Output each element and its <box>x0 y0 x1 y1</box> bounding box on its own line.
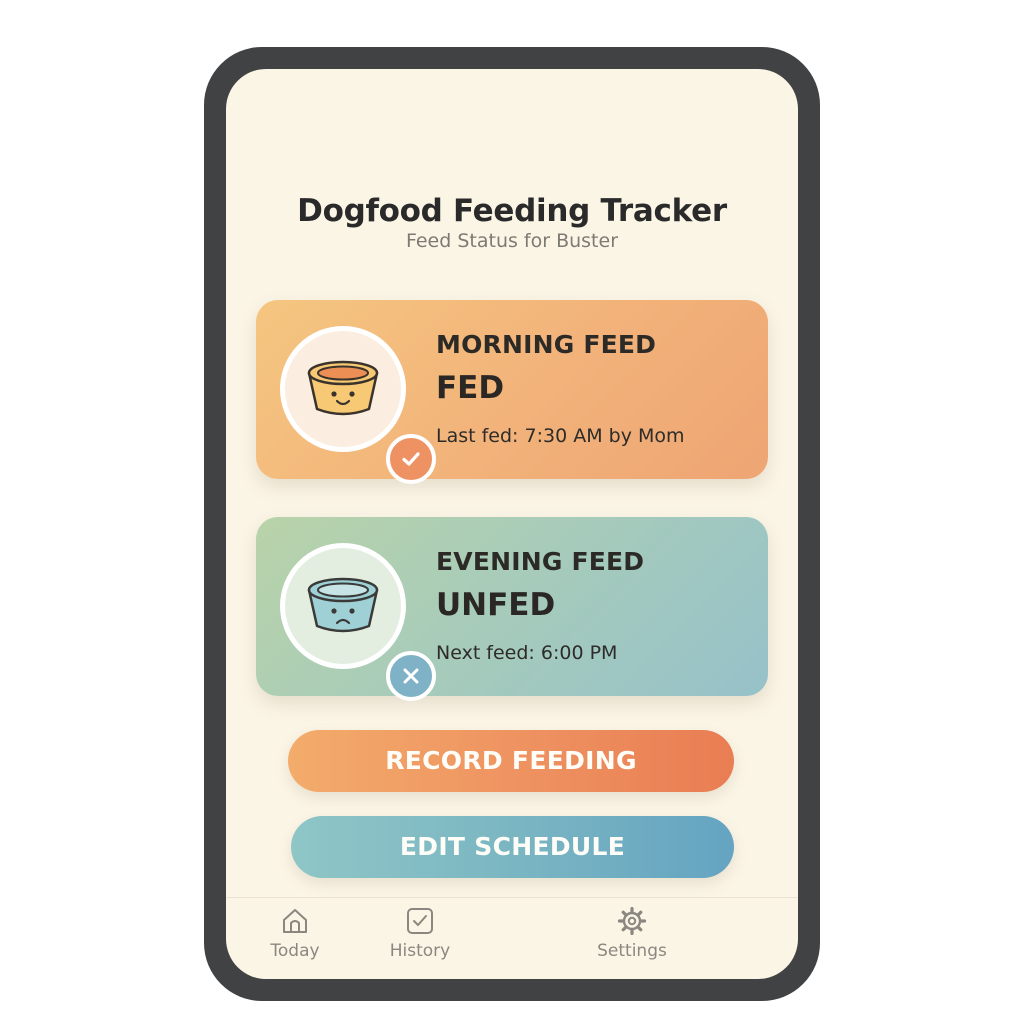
home-icon <box>283 909 307 933</box>
card-label: EVENING FEED <box>436 547 645 576</box>
nav-label-today: Today <box>270 941 320 961</box>
checkmark-icon <box>386 434 436 484</box>
nav-label-history: History <box>389 941 451 961</box>
status-text: FED <box>436 370 505 406</box>
record-feeding-button[interactable]: RECORD FEEDING <box>288 730 734 792</box>
card-label: MORNING FEED <box>436 330 657 359</box>
sad-bowl-icon <box>280 543 436 701</box>
app-screen: Dogfood Feeding Tracker Feed Status for … <box>226 69 798 979</box>
app-title: Dogfood Feeding Tracker <box>297 193 727 229</box>
phone-frame: Dogfood Feeding Tracker Feed Status for … <box>204 47 820 1001</box>
morning-feed-card[interactable]: MORNING FEED FED Last fed: 7:30 AM by Mo… <box>256 300 768 484</box>
evening-feed-card[interactable]: EVENING FEED UNFED Next feed: 6:00 PM <box>256 517 768 701</box>
gear-icon <box>617 907 647 935</box>
nav-item-settings[interactable]: Settings <box>577 907 687 961</box>
happy-bowl-icon <box>280 326 436 484</box>
nav-label-settings: Settings <box>597 941 667 961</box>
nav-item-history[interactable]: History <box>365 907 475 961</box>
card-detail: Next feed: 6:00 PM <box>436 642 618 664</box>
card-detail: Last fed: 7:30 AM by Mom <box>436 425 685 447</box>
app-subtitle: Feed Status for Buster <box>405 230 619 252</box>
nav-item-today[interactable]: Today <box>240 907 350 961</box>
checkbox-icon <box>407 908 433 934</box>
edit-schedule-button[interactable]: EDIT SCHEDULE <box>291 816 734 878</box>
status-text: UNFED <box>436 587 556 623</box>
cross-icon <box>386 651 436 701</box>
nav-divider <box>226 897 798 898</box>
